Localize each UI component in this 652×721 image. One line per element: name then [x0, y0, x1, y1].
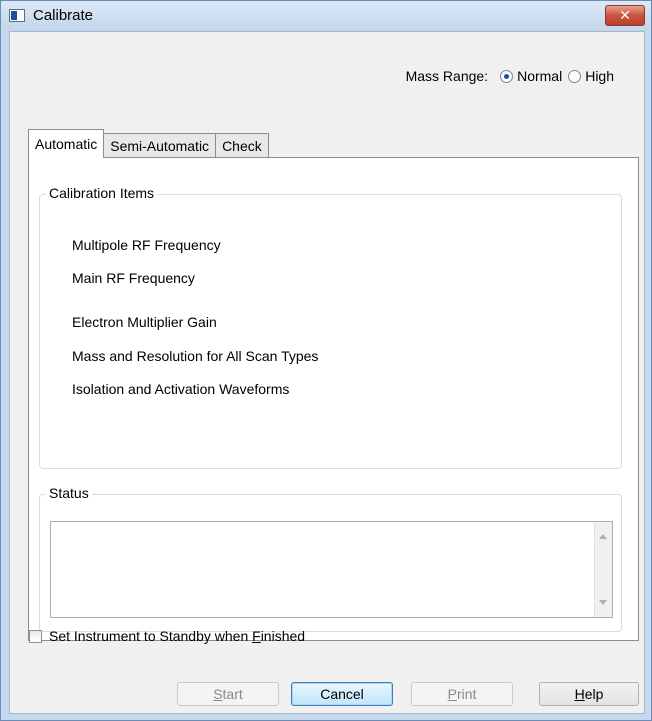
- print-rest: rint: [456, 686, 477, 702]
- close-icon: ✕: [619, 7, 631, 23]
- standby-checkbox[interactable]: [29, 629, 42, 643]
- status-group: Status: [39, 485, 622, 632]
- standby-label-rest: inished: [260, 628, 306, 644]
- radio-high[interactable]: [568, 69, 582, 83]
- print-accel: P: [447, 686, 457, 702]
- calibrate-window: Calibrate ✕ Mass Range: Normal High Auto…: [0, 0, 652, 721]
- app-icon: [9, 9, 25, 22]
- mass-range-label: Mass Range:: [405, 68, 489, 84]
- tab-check[interactable]: Check: [215, 133, 269, 158]
- standby-label-prefix: Set Instrument to Standby when: [49, 628, 253, 644]
- window-title: Calibrate: [33, 7, 94, 24]
- status-title: Status: [46, 485, 92, 501]
- calibration-item: Main RF Frequency: [72, 270, 195, 286]
- standby-label: Set Instrument to Standby when Finished: [49, 628, 305, 644]
- mass-range-normal-option[interactable]: Normal: [500, 68, 562, 84]
- mass-range-high-option[interactable]: High: [568, 68, 614, 84]
- help-accel: H: [574, 686, 585, 702]
- start-accel: S: [213, 686, 223, 702]
- calibration-items-group: Calibration Items Multipole RF Frequency…: [39, 185, 622, 469]
- start-button[interactable]: Start: [177, 682, 279, 706]
- calibration-item: Isolation and Activation Waveforms: [72, 381, 290, 397]
- title-bar: Calibrate ✕: [1, 1, 651, 31]
- calibration-item: Mass and Resolution for All Scan Types: [72, 348, 319, 364]
- standby-checkbox-row[interactable]: Set Instrument to Standby when Finished: [29, 628, 305, 644]
- radio-high-label: High: [585, 68, 614, 84]
- tab-semi-automatic[interactable]: Semi-Automatic: [103, 133, 217, 158]
- tab-strip: Automatic Semi-Automatic Check: [28, 129, 269, 158]
- status-textarea[interactable]: [50, 521, 613, 618]
- calibration-item: Multipole RF Frequency: [72, 237, 221, 253]
- help-rest: elp: [584, 686, 604, 702]
- cancel-button[interactable]: Cancel: [291, 682, 393, 706]
- standby-label-accel: F: [252, 628, 261, 644]
- calibration-item: Electron Multiplier Gain: [72, 314, 217, 330]
- radio-normal[interactable]: [500, 69, 514, 83]
- status-scrollbar[interactable]: [594, 522, 612, 617]
- scroll-up-icon[interactable]: [599, 534, 607, 539]
- print-button[interactable]: Print: [411, 682, 513, 706]
- mass-range-group: Mass Range: Normal High: [406, 68, 614, 84]
- close-button[interactable]: ✕: [605, 5, 645, 26]
- radio-normal-label: Normal: [517, 68, 563, 84]
- tab-panel-automatic: Calibration Items Multipole RF Frequency…: [28, 157, 639, 641]
- scroll-down-icon[interactable]: [599, 600, 607, 605]
- dialog-body: Mass Range: Normal High Automatic Semi-A…: [9, 31, 645, 714]
- tab-automatic[interactable]: Automatic: [28, 129, 105, 158]
- start-rest: tart: [222, 686, 243, 702]
- calibration-items-title: Calibration Items: [46, 185, 158, 201]
- help-button[interactable]: Help: [539, 682, 639, 706]
